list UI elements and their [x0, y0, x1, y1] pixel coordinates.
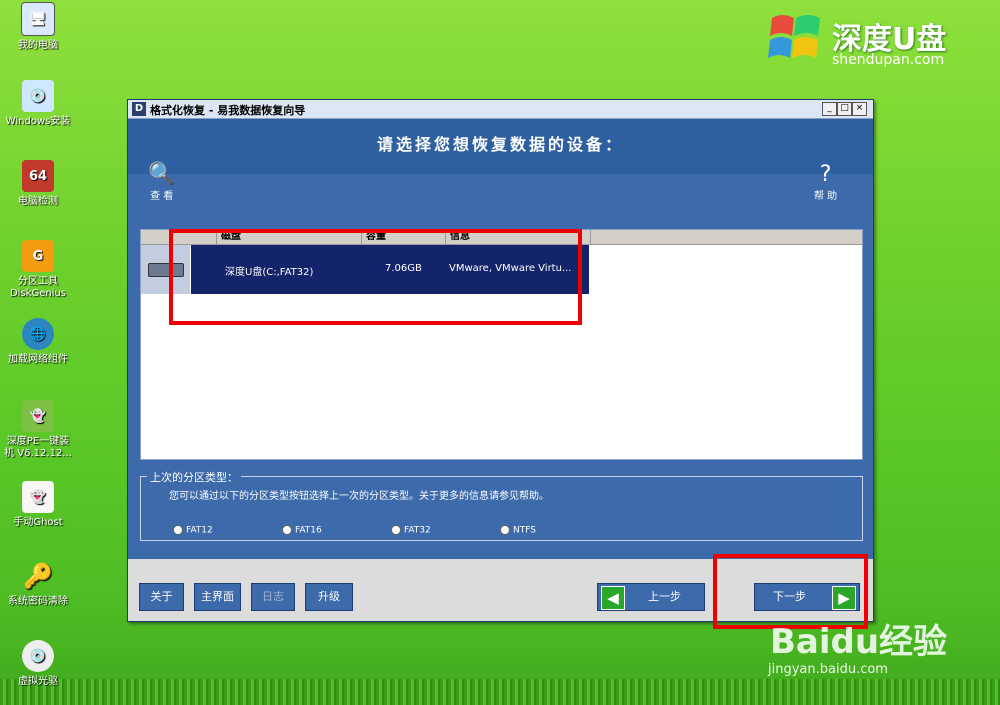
- desktop-icon-password-clear[interactable]: 🔑 系统密码清除: [0, 560, 78, 608]
- radio-fat16[interactable]: FAT16: [282, 525, 322, 536]
- ghost-icon: 👻: [22, 481, 54, 513]
- prev-button[interactable]: ◀ 上一步: [597, 583, 705, 611]
- main-screen-button[interactable]: 主界面: [194, 583, 241, 611]
- desktop-icon-ghost[interactable]: 👻 手动Ghost: [0, 481, 78, 529]
- cdrom-icon: 💿: [22, 640, 54, 672]
- key-icon: 🔑: [23, 562, 53, 590]
- header-banner: 请选择您想恢复数据的设备：: [128, 119, 873, 174]
- app-icon: D: [132, 102, 146, 116]
- window-title: 格式化恢复 - 易我数据恢复向导: [150, 104, 306, 117]
- shendu-logo: 深度U盘 shendupan.com: [768, 10, 988, 74]
- desktop-icon-my-computer[interactable]: 🖥 我的电脑: [0, 2, 78, 52]
- radio-fat32[interactable]: FAT32: [391, 525, 431, 536]
- arrow-left-icon: ◀: [601, 586, 625, 610]
- about-button[interactable]: 关于: [139, 583, 184, 611]
- windows-flag-icon: [768, 15, 820, 58]
- baidu-watermark: Baidu经验: [770, 622, 948, 662]
- desktop-icon-windows-install[interactable]: 💿 Windows安装: [0, 80, 78, 128]
- help-button[interactable]: ? 帮 助: [814, 162, 837, 203]
- aida64-icon: 64: [22, 160, 54, 192]
- ghost-green-icon: 👻: [22, 400, 54, 432]
- diskgenius-icon: G: [22, 240, 54, 272]
- partition-type-group: 上次的分区类型： 您可以通过以下的分区类型按钮选择上一次的分区类型。关于更多的信…: [140, 469, 863, 541]
- baidu-url: jingyan.baidu.com: [768, 662, 888, 677]
- upgrade-button[interactable]: 升级: [305, 583, 353, 611]
- desktop-icon-pe-install[interactable]: 👻 深度PE一键装 机 V6.12.12...: [0, 400, 78, 460]
- radio-ntfs[interactable]: NTFS: [500, 525, 536, 536]
- desktop-icon-network[interactable]: 🌐 加载网络组件: [0, 318, 78, 366]
- computer-icon: 🖥: [21, 2, 55, 36]
- maximize-button[interactable]: □: [837, 102, 852, 116]
- install-icon: 💿: [22, 80, 54, 112]
- globe-icon: 🌐: [22, 318, 54, 350]
- minimize-button[interactable]: _: [822, 102, 837, 116]
- log-button[interactable]: 日志: [251, 583, 295, 611]
- desktop-icon-diskgenius[interactable]: G 分区工具 DiskGenius: [0, 240, 78, 300]
- grass-strip: [0, 679, 1000, 705]
- highlight-device-row: [169, 229, 582, 325]
- close-button[interactable]: ×: [852, 102, 867, 116]
- desktop-icon-pc-check[interactable]: 64 电脑检测: [0, 160, 78, 208]
- view-button[interactable]: 🔍 查 看: [148, 162, 176, 203]
- question-icon: ?: [819, 162, 832, 187]
- title-bar[interactable]: D 格式化恢复 - 易我数据恢复向导 _ □ ×: [128, 100, 873, 119]
- radio-fat12[interactable]: FAT12: [173, 525, 213, 536]
- recovery-window: D 格式化恢复 - 易我数据恢复向导 _ □ × 请选择您想恢复数据的设备： 🔍…: [127, 99, 874, 622]
- desktop-icon-virtual-drive[interactable]: 💿 虚拟光驱: [0, 640, 78, 688]
- view-disk-icon: 🔍: [148, 162, 176, 187]
- page-title: 请选择您想恢复数据的设备：: [376, 135, 624, 154]
